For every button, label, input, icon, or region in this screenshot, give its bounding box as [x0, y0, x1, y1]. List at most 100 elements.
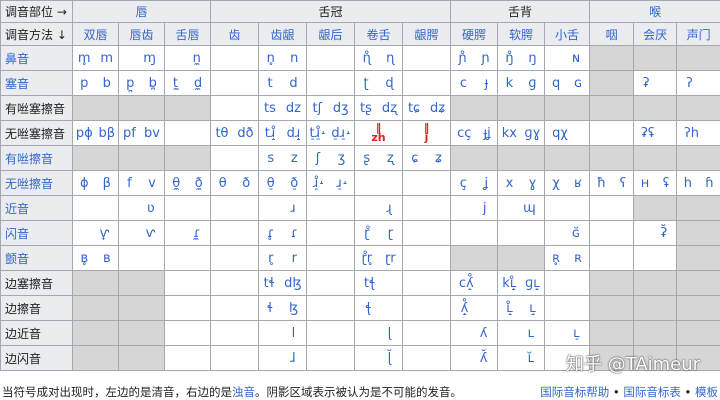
ipa-help-link[interactable]: 国际音标帮助 — [540, 385, 609, 399]
group-labial[interactable]: 唇 — [71, 0, 212, 23]
voiceless-symbol[interactable]: tɬ — [264, 276, 275, 291]
voiced-symbol[interactable]: ɟʝ — [484, 126, 491, 141]
voiced-symbol[interactable]: ɴ — [572, 51, 580, 66]
voiced-symbol[interactable]: dð — [237, 126, 253, 141]
voiced-symbol[interactable]: ɟ — [485, 76, 489, 91]
voiced-symbol[interactable]: ʐ — [387, 151, 394, 166]
voiced-symbol[interactable]: ʡ̆ — [661, 226, 668, 241]
voiced-symbol[interactable]: j — [483, 201, 487, 216]
voiceless-symbol[interactable]: ɽ̊r̥ — [361, 251, 372, 266]
place-header[interactable]: 龈后 — [306, 22, 356, 46]
manner-label[interactable]: 鼻音 — [0, 45, 73, 71]
voiceless-symbol[interactable]: qχ — [552, 126, 568, 141]
voiced-symbol[interactable]: β — [103, 176, 111, 191]
voiced-symbol[interactable]: ɖ — [385, 76, 393, 91]
voiceless-symbol[interactable]: ʔ — [686, 76, 693, 91]
place-header[interactable]: 硬腭 — [450, 22, 499, 46]
place-header[interactable]: 舌唇 — [163, 22, 212, 46]
manner-label[interactable]: 有咝擦音 — [0, 145, 73, 171]
voiced-symbol[interactable]: ʟ̠ — [573, 326, 580, 341]
voiceless-symbol[interactable]: ʈ — [363, 76, 368, 91]
voiceless-symbol[interactable]: ʙ̥ — [80, 251, 88, 266]
voiced-symbol[interactable]: bβ — [99, 126, 116, 141]
voiceless-symbol[interactable]: ʔh — [684, 126, 699, 141]
voiced-symbol[interactable]: ɮ — [289, 301, 298, 316]
voiceless-symbol[interactable]: ɹ̠̊˔ — [313, 176, 325, 191]
voiced-symbol[interactable]: ɡ — [528, 76, 536, 91]
voiceless-symbol[interactable]: k — [506, 76, 514, 91]
place-header[interactable]: 卷舌 — [354, 22, 404, 46]
voiceless-symbol[interactable]: ʜ — [641, 176, 650, 191]
voiceless-symbol[interactable]: ʡʢ — [641, 126, 654, 141]
voiced-symbol[interactable]: d — [289, 76, 297, 91]
voiceless-symbol[interactable]: f — [127, 176, 132, 191]
voiced-symbol[interactable]: dʑ — [430, 101, 445, 116]
voiced-symbol[interactable]: l — [292, 326, 296, 341]
voiceless-symbol[interactable]: θ̼ — [172, 176, 180, 191]
voiced-symbol[interactable]: r — [292, 251, 297, 266]
voiced-symbol[interactable]: ɹ̠˔ — [336, 176, 348, 191]
voiced-symbol[interactable]: b̪ — [149, 76, 157, 91]
voiced-symbol[interactable]: bv — [144, 126, 160, 141]
voiceless-symbol[interactable]: t̠ɹ̠̊˔ — [310, 126, 327, 141]
voiceless-symbol[interactable]: χ — [552, 176, 560, 191]
voiceless-symbol[interactable]: kʟ̝̊ — [502, 276, 516, 291]
voiced-symbol[interactable]: ʑ — [435, 151, 442, 166]
voiceless-symbol[interactable]: ɳ̊ — [363, 51, 371, 66]
voiceless-symbol[interactable]: s — [267, 151, 274, 166]
place-header[interactable]: 齿 — [210, 22, 260, 46]
voiced-symbol[interactable]: ð̠ — [290, 176, 298, 191]
voiceless-symbol[interactable]: ɽ̊ — [364, 226, 369, 241]
voiced-symbol[interactable]: ʎ̆ — [480, 351, 488, 366]
place-header[interactable]: 龈腭 — [402, 22, 452, 46]
voiceless-symbol[interactable]: ʀ̥ — [552, 251, 560, 266]
voiced-symbol[interactable]: n̼ — [193, 51, 201, 66]
voiced-symbol[interactable]: ⱱ — [146, 226, 156, 241]
voiceless-symbol[interactable]: ŋ̊ — [505, 51, 513, 66]
voiced-symbol[interactable]: ʎ — [480, 326, 488, 341]
voiceless-symbol[interactable]: r̥ — [268, 251, 273, 266]
voiced-symbol[interactable]: ɱ — [143, 51, 156, 66]
manner-label[interactable]: 近音 — [0, 195, 73, 221]
voiceless-symbol[interactable]: tθ — [215, 126, 228, 141]
voiceless-symbol[interactable]: ts — [264, 101, 276, 116]
voiceless-symbol[interactable]: ʂ — [363, 151, 370, 166]
voiced-symbol[interactable]: ɾ — [291, 226, 298, 241]
voiced-symbol[interactable]: ʒ — [338, 151, 346, 166]
ipa-table-link[interactable]: 国际音标表 — [623, 385, 681, 399]
voiced-symbol[interactable]: ð̼ — [195, 176, 203, 191]
voiced-symbol[interactable]: ʋ — [147, 201, 155, 216]
voiced-symbol[interactable]: z — [291, 151, 298, 166]
voiced-symbol[interactable]: dz — [286, 101, 301, 116]
place-header[interactable]: 软腭 — [497, 22, 546, 46]
voiced-link[interactable]: 浊音 — [232, 385, 255, 399]
manner-label[interactable]: 闪音 — [0, 220, 73, 246]
manner-label[interactable]: 颤音 — [0, 245, 73, 271]
voiced-symbol[interactable]: dʒ — [333, 101, 349, 116]
voiceless-symbol[interactable]: p — [80, 76, 88, 91]
voiceless-symbol[interactable]: pf — [123, 126, 136, 141]
voiceless-symbol[interactable]: ʟ̝̊ — [506, 301, 513, 316]
voiceless-symbol[interactable]: tꞎ — [364, 276, 375, 291]
voiceless-symbol[interactable]: c — [460, 76, 467, 91]
voiceless-symbol[interactable]: tʃ — [312, 101, 321, 116]
manner-label[interactable]: 塞音 — [0, 70, 73, 96]
voiced-symbol[interactable]: ɭ̆ — [388, 351, 392, 366]
voiceless-symbol[interactable]: n̥ — [267, 51, 275, 66]
place-header[interactable]: 齿龈 — [258, 22, 308, 46]
voiced-symbol[interactable]: dʐ — [382, 101, 397, 116]
voiced-symbol[interactable]: ʟ̆ — [528, 351, 535, 366]
voiceless-symbol[interactable]: tʂ — [360, 101, 372, 116]
voiced-symbol[interactable]: ʟ̝ — [529, 301, 536, 316]
template-link[interactable]: 模板 — [695, 385, 718, 399]
voiceless-symbol[interactable]: t̼ — [173, 76, 178, 91]
voiced-symbol[interactable]: ɾ̼ — [194, 226, 201, 241]
voiced-symbol[interactable]: dɹ̝ — [287, 126, 301, 141]
voiceless-symbol[interactable]: ꞎ — [365, 301, 371, 316]
voiceless-symbol[interactable]: p̪ — [126, 76, 134, 91]
voiceless-symbol[interactable]: h — [684, 176, 692, 191]
voiced-symbol[interactable]: m — [100, 51, 113, 66]
group-coronal[interactable]: 舌冠 — [210, 0, 452, 23]
place-header[interactable]: 双唇 — [72, 22, 119, 46]
voiced-symbol[interactable]: ɺ — [290, 351, 295, 366]
